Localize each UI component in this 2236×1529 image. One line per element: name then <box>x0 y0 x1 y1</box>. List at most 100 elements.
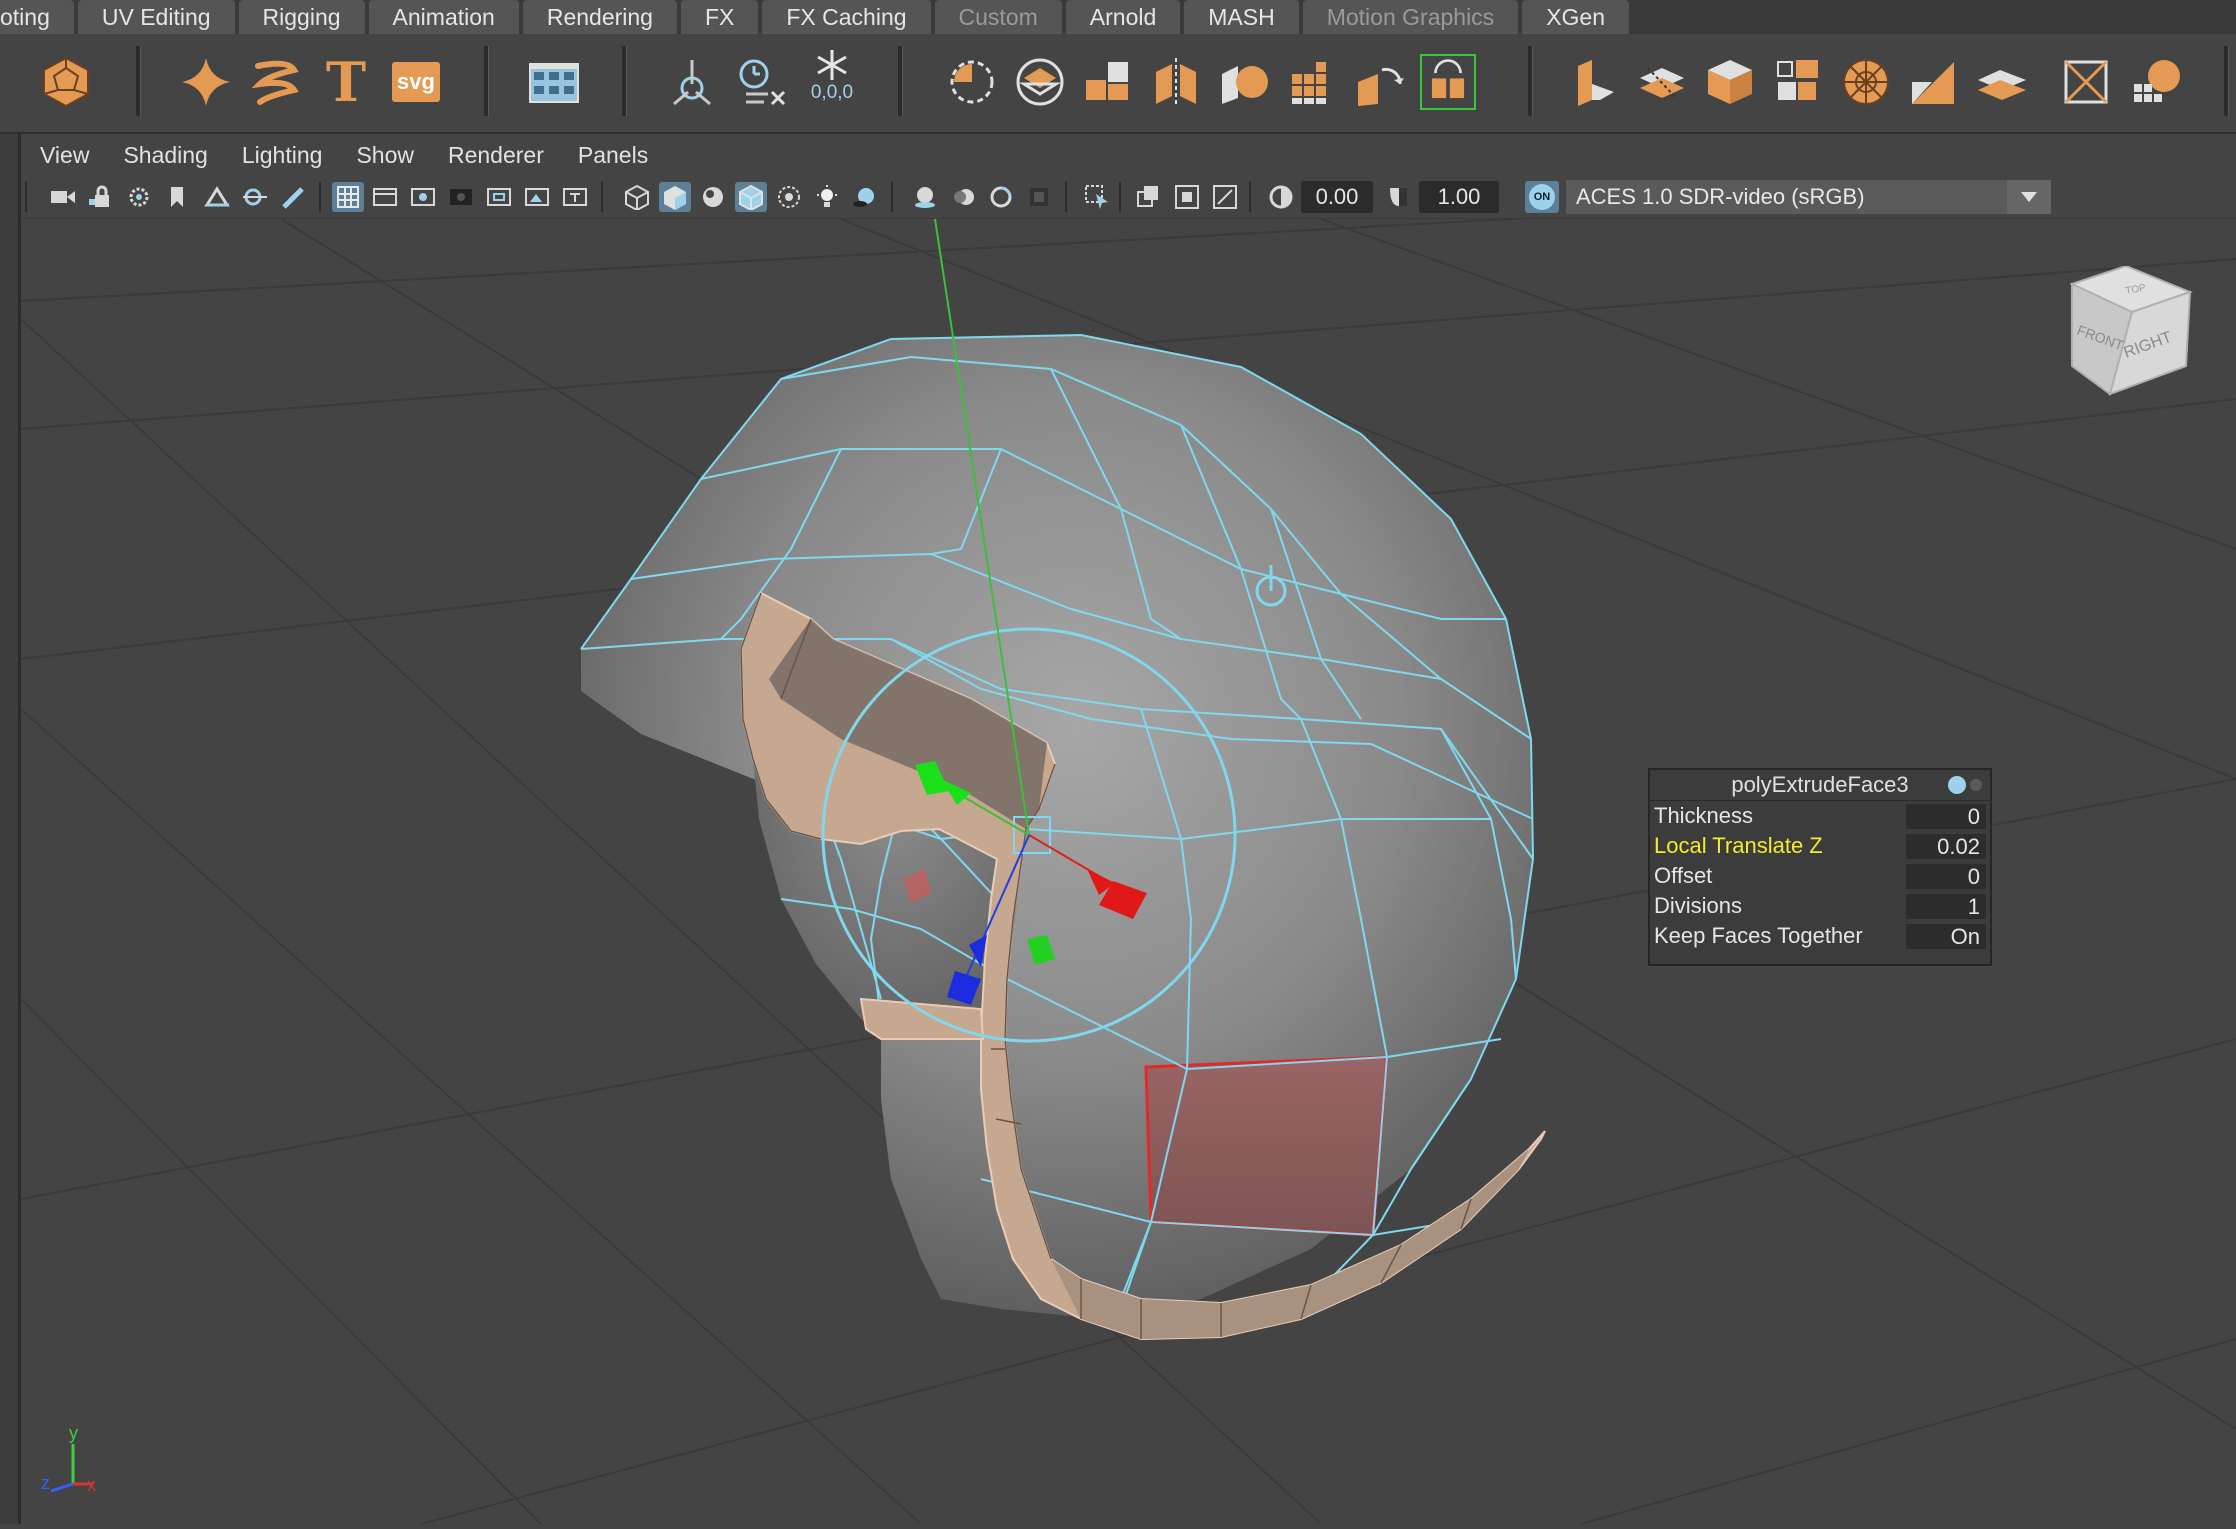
camera-select-icon[interactable] <box>47 182 79 212</box>
pivot-tool-icon[interactable] <box>664 54 720 110</box>
wedge-icon[interactable] <box>1906 54 1962 110</box>
gamma-icon[interactable] <box>1383 182 1415 212</box>
hud-attribute-value[interactable]: On <box>1906 924 1986 949</box>
shelf-tab[interactable]: Arnold <box>1065 0 1181 34</box>
shelf: T svg 0,0,0 <box>0 34 2236 134</box>
safe-action-icon[interactable] <box>521 182 553 212</box>
exposure-icon[interactable] <box>1265 182 1297 212</box>
smooth-icon[interactable] <box>1216 54 1272 110</box>
bookmark-icon[interactable] <box>161 182 193 212</box>
xray-components-icon[interactable] <box>1171 182 1203 212</box>
default-material-icon[interactable] <box>697 182 729 212</box>
node-switch-icon[interactable] <box>1948 776 1966 794</box>
sphere-grid-icon[interactable] <box>1838 54 1894 110</box>
anti-aliasing-icon[interactable] <box>985 182 1017 212</box>
type-tool-icon[interactable]: T <box>318 50 374 114</box>
safe-title-icon[interactable] <box>559 182 591 212</box>
texture-display-icon[interactable] <box>1209 182 1241 212</box>
shelf-tab[interactable]: XGen <box>1522 0 1630 34</box>
combine-icon[interactable] <box>1012 54 1068 110</box>
toolbar-separator <box>1065 182 1067 212</box>
image-plane-icon[interactable] <box>201 182 233 212</box>
in-view-editor[interactable]: polyExtrudeFace3 Thickness 0 Local Transla… <box>1648 768 1992 966</box>
depth-of-field-icon[interactable] <box>1023 182 1055 212</box>
shelf-tab[interactable]: oting <box>0 0 74 34</box>
motion-blur-icon[interactable] <box>947 182 979 212</box>
isolate-select-icon[interactable] <box>1081 182 1113 212</box>
wireframe-icon[interactable] <box>621 182 653 212</box>
shelf-tab[interactable]: Rendering <box>522 0 677 34</box>
platonic-solid-icon[interactable] <box>38 54 94 110</box>
multi-cut-icon[interactable] <box>1634 54 1690 110</box>
all-lights-icon[interactable] <box>811 182 843 212</box>
hud-attribute-value[interactable]: 0.02 <box>1906 834 1986 859</box>
hud-attribute-value[interactable]: 0 <box>1906 864 1986 889</box>
exposure-field[interactable]: 0.00 <box>1301 181 1373 213</box>
panel-menu-shading[interactable]: Shading <box>104 142 222 169</box>
axis-y-label: y <box>69 1423 78 1443</box>
film-gate-icon[interactable] <box>369 182 401 212</box>
shelf-separator <box>136 46 141 116</box>
cube-split-icon[interactable] <box>1702 54 1758 110</box>
2d-pan-zoom-icon[interactable] <box>239 182 271 212</box>
hud-attribute-row[interactable]: Offset 0 <box>1650 861 1990 891</box>
shelf-tab[interactable]: FX Caching <box>762 0 931 34</box>
shelf-tab[interactable]: Rigging <box>238 0 365 34</box>
bevel-icon[interactable] <box>1420 54 1476 110</box>
wireframe-on-shaded-icon[interactable] <box>735 182 767 212</box>
hud-attribute-row[interactable]: Keep Faces Together On <box>1650 921 1990 951</box>
panel-menu-panels[interactable]: Panels <box>559 142 663 169</box>
smooth-shade-icon[interactable] <box>659 182 691 212</box>
gate-mask-icon[interactable] <box>445 182 477 212</box>
extrude-icon[interactable] <box>1284 54 1340 110</box>
panel-menu-renderer[interactable]: Renderer <box>429 142 559 169</box>
shelf-tab[interactable]: UV Editing <box>77 0 235 34</box>
xray-icon[interactable] <box>773 182 805 212</box>
chevron-down-icon[interactable] <box>2007 180 2051 214</box>
gamma-field[interactable]: 1.00 <box>1419 181 1499 213</box>
append-polygon-icon[interactable] <box>1566 54 1622 110</box>
shelf-tab[interactable]: Motion Graphics <box>1302 0 1519 34</box>
circularize-icon[interactable] <box>944 54 1000 110</box>
shelf-tab[interactable]: Animation <box>368 0 519 34</box>
shadows-icon[interactable] <box>849 182 881 212</box>
close-icon[interactable] <box>1970 779 1982 791</box>
panel-menu-view[interactable]: View <box>21 142 104 169</box>
field-chart-icon[interactable] <box>483 182 515 212</box>
lock-camera-icon[interactable] <box>85 182 117 212</box>
view-transform-dropdown[interactable]: ACES 1.0 SDR-video (sRGB) <box>1566 180 2051 214</box>
planar-layers-icon[interactable] <box>1974 54 2030 110</box>
sculpt-grid-icon[interactable] <box>2130 54 2186 110</box>
panel-menu-lighting[interactable]: Lighting <box>223 142 338 169</box>
bridge-icon[interactable] <box>1352 54 1408 110</box>
hud-attribute-value[interactable]: 1 <box>1906 894 1986 919</box>
svg-tool-icon[interactable]: svg <box>388 54 444 110</box>
toolbar-separator <box>319 182 321 212</box>
shelf-tab[interactable]: Custom <box>934 0 1062 34</box>
hud-attribute-label: Keep Faces Together <box>1654 923 1863 948</box>
mirror-icon[interactable] <box>1148 54 1204 110</box>
hud-attribute-row[interactable]: Divisions 1 <box>1650 891 1990 921</box>
shelf-tab[interactable]: MASH <box>1184 0 1299 34</box>
layout-grid-icon[interactable] <box>526 54 582 110</box>
hud-attribute-row[interactable]: Thickness 0 <box>1650 801 1990 831</box>
sweep-mesh-icon[interactable] <box>248 54 304 110</box>
shelf-tab[interactable]: FX <box>680 0 759 34</box>
view-cube[interactable]: TOP FRONT RIGHT <box>2062 264 2194 402</box>
separate-icon[interactable] <box>1080 54 1136 110</box>
hud-attribute-value[interactable]: 0 <box>1906 804 1986 829</box>
color-management-toggle[interactable]: ON <box>1525 181 1559 213</box>
bounding-box-icon[interactable] <box>2058 54 2114 110</box>
clear-history-icon[interactable] <box>734 54 790 110</box>
camera-attributes-icon[interactable] <box>123 182 155 212</box>
super-shape-icon[interactable] <box>178 54 234 110</box>
panel-menu-show[interactable]: Show <box>337 142 429 169</box>
grease-pencil-icon[interactable] <box>277 182 309 212</box>
screen-space-ao-icon[interactable] <box>909 182 941 212</box>
extract-faces-icon[interactable] <box>1770 54 1826 110</box>
hud-attribute-row[interactable]: Local Translate Z 0.02 <box>1650 831 1990 861</box>
freeze-transform-icon[interactable]: 0,0,0 <box>804 48 860 104</box>
xray-joints-icon[interactable] <box>1133 182 1165 212</box>
grid-toggle-icon[interactable] <box>332 182 364 212</box>
resolution-gate-icon[interactable] <box>407 182 439 212</box>
